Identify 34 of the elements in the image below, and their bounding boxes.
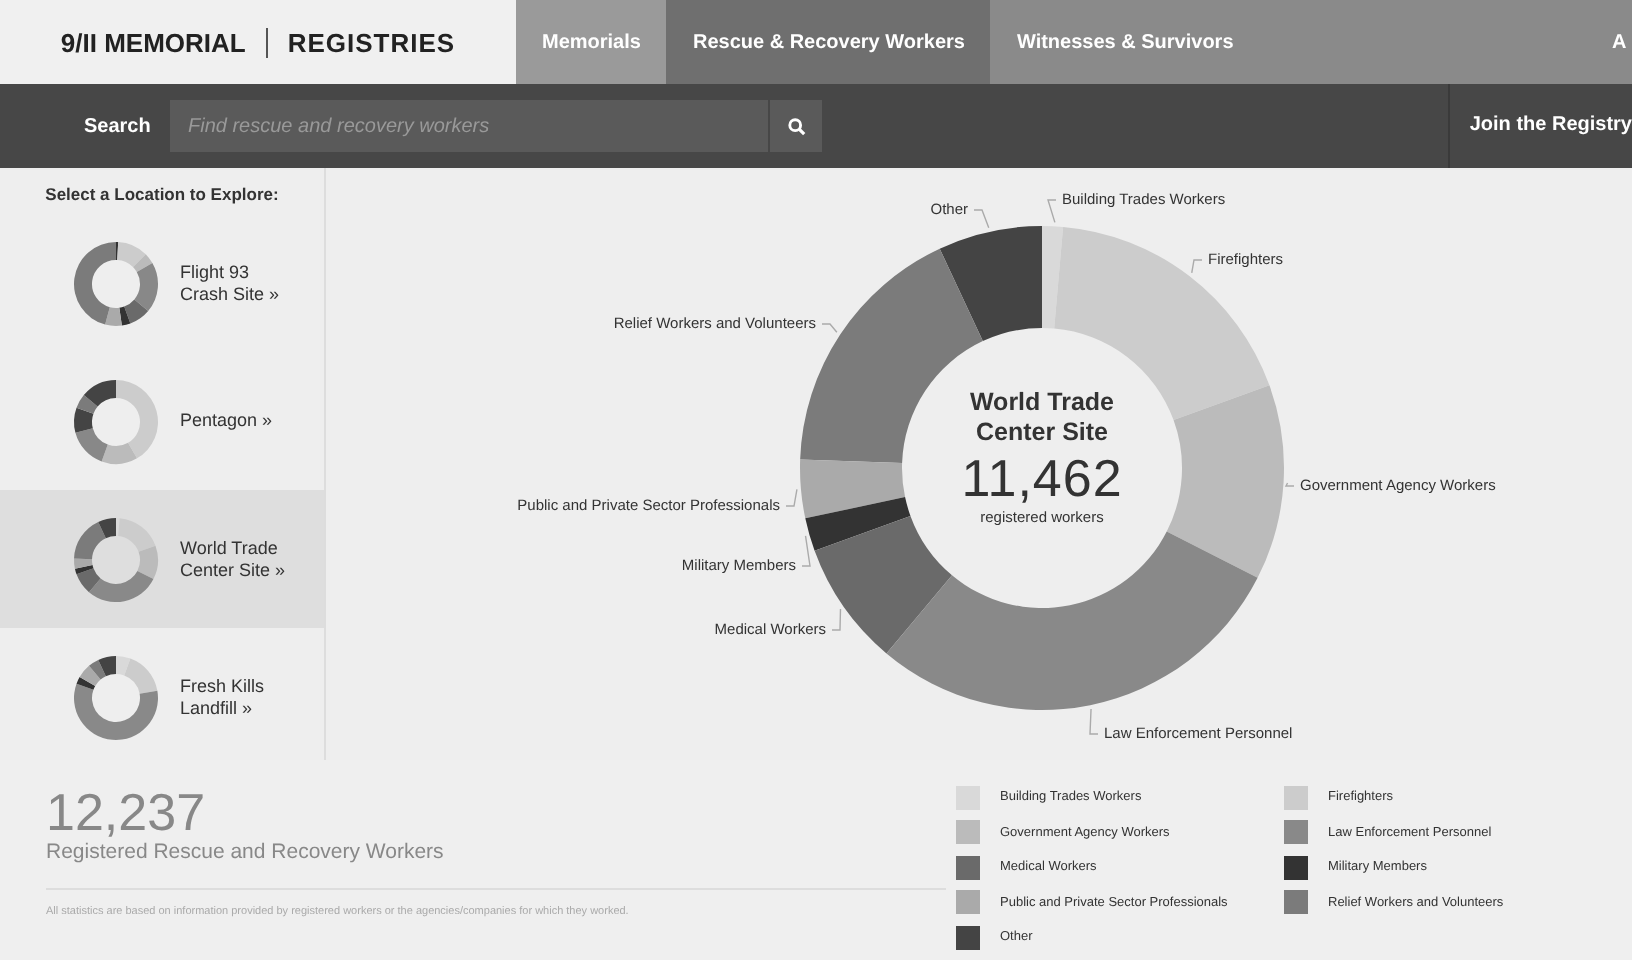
donut-chart-icon xyxy=(72,377,160,465)
worker-count: 11,462 xyxy=(959,448,1125,508)
total-caption: Registered Rescue and Recovery Workers xyxy=(46,840,946,890)
join-link[interactable]: Join the Registry xyxy=(1447,84,1632,168)
leader-line xyxy=(973,209,990,229)
leader-line xyxy=(785,488,798,507)
leader-line xyxy=(801,535,811,567)
location-item[interactable]: Pentagon » xyxy=(0,352,324,490)
leader-line xyxy=(831,608,842,631)
logo-text[interactable]: REGISTRIES xyxy=(267,27,456,57)
location-item[interactable]: World Trade Center Site » xyxy=(0,490,324,628)
location-label[interactable]: World Trade Center Site » xyxy=(180,537,292,581)
logo-text[interactable]: 9/II MEMORIAL xyxy=(60,27,268,57)
donut-chart-icon xyxy=(72,239,160,327)
search-icon xyxy=(787,117,805,135)
leader-line xyxy=(1284,482,1295,487)
leader-line xyxy=(1047,199,1057,224)
location-item[interactable]: Flight 93 Crash Site » xyxy=(0,214,324,352)
location-label[interactable]: Pentagon » xyxy=(180,410,292,432)
search-button[interactable] xyxy=(768,100,822,152)
leader-line xyxy=(1191,259,1203,274)
location-label[interactable]: Flight 93 Crash Site » xyxy=(180,261,292,305)
leader-line xyxy=(821,323,838,333)
search-label: Search xyxy=(84,115,153,137)
search-field[interactable]: Find rescue and recovery workers xyxy=(170,100,768,152)
total-count: 12,237 xyxy=(46,784,208,840)
location-item[interactable]: Fresh Kills Landfill » xyxy=(0,628,324,766)
donut-chart-icon xyxy=(72,653,160,741)
leader-line xyxy=(1089,708,1099,735)
sidebar-heading: Select a Location to Explore: xyxy=(43,184,281,208)
donut-chart-icon xyxy=(72,515,160,603)
nav-tab[interactable]: Rescue & Recovery Workers xyxy=(666,0,991,84)
chart-title: World Trade Center Site xyxy=(967,388,1116,448)
location-label[interactable]: Fresh Kills Landfill » xyxy=(180,675,292,719)
